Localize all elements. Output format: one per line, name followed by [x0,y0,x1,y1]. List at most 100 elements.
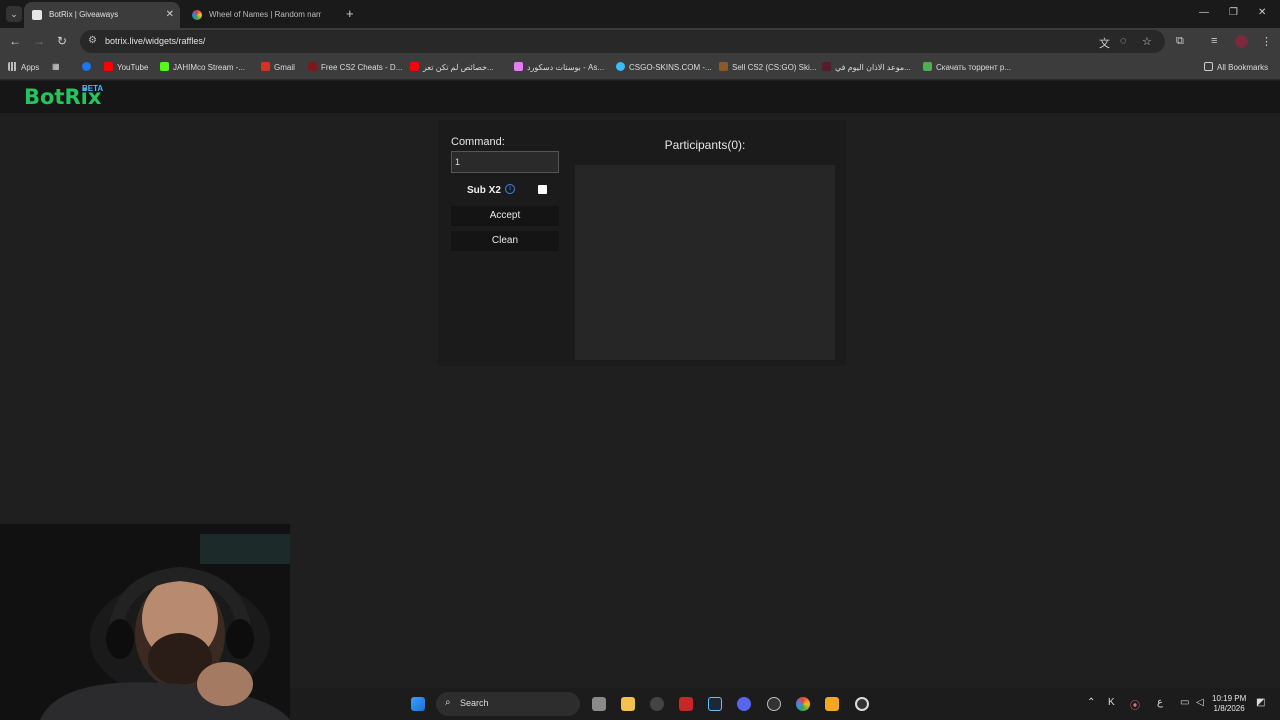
bookmark-label: JAHIMco Stream -... [173,63,246,72]
torrent-site-icon [923,62,932,71]
notifications-icon[interactable]: ◩ [1256,697,1265,708]
tab-title: BotRix | Giveaways [49,10,119,19]
clock-time: 10:19 PM [1212,694,1247,703]
tab-groups-icon[interactable]: ▦ [52,62,60,71]
sell-site-icon [719,62,728,71]
tray-overflow-icon[interactable]: ⌃ [1087,697,1095,708]
url-text[interactable]: botrix.live/widgets/raffles/ [105,36,205,46]
microphone-icon[interactable]: ⦿ [1130,697,1140,712]
volume-icon[interactable]: ◁ [1196,697,1204,708]
apps-grid-icon [8,62,17,71]
bookmark-label: Gmail [274,63,295,72]
participants-list[interactable] [575,165,835,360]
gem-icon [514,62,523,71]
beta-badge: BETA [82,84,104,93]
raffle-panel: Command: Sub X2 i Accept Clean Participa… [438,120,846,366]
all-bookmarks[interactable]: All Bookmarks [1204,62,1268,72]
cheats-site-icon [308,62,317,71]
tab-botrix[interactable]: BotRix | Giveaways ✕ [24,2,180,28]
tab-title: Wheel of Names | Random nam [209,10,321,19]
youtube-icon [104,62,113,71]
bookmark-label: CSGO-SKINS.COM -... [629,63,712,72]
bookmark-arabic-1[interactable]: خصائص لم تكن تعر... [410,62,494,72]
bookmark-csgo-skins[interactable]: CSGO-SKINS.COM -... [616,62,712,72]
bookmark-cs2-cheats[interactable]: Free CS2 Cheats - D... [308,62,402,72]
tab-wheel-of-names[interactable]: Wheel of Names | Random nam [184,2,342,28]
reload-icon[interactable]: ↻ [57,34,67,48]
bookmark-apps[interactable]: Apps [8,62,39,72]
menu-kebab-icon[interactable]: ⋮ [1261,35,1272,48]
profile-avatar[interactable] [1235,35,1248,48]
app-a-icon[interactable] [825,697,839,711]
bookmark-label: Free CS2 Cheats - D... [321,63,403,72]
webcam-overlay [0,524,290,720]
chrome-icon[interactable] [796,697,810,711]
bookmark-discord-posts[interactable]: بوستات دسكورد - As... [514,62,604,72]
site-settings-icon[interactable]: ⚙ [88,35,97,46]
webcam-person-image [0,524,290,720]
youtube-icon [410,62,419,71]
bookmark-youtube[interactable]: YouTube [104,62,148,72]
bookmark-facebook[interactable] [82,62,95,72]
info-icon[interactable]: i [505,184,515,194]
logitech-icon[interactable] [650,697,664,711]
bookmarks-bar: Apps ▦ YouTube JAHIMco Stream -... Gmail… [0,55,1280,80]
extensions-icon[interactable]: ⧉ [1176,35,1184,48]
command-input[interactable] [451,151,559,173]
restore-icon[interactable]: ❐ [1229,7,1238,18]
gmail-icon [261,62,270,71]
reading-list-icon[interactable]: ≡ [1211,35,1217,47]
bookmark-torrent[interactable]: Скачать торрент р... [923,62,1011,72]
tab-search-dropdown-icon[interactable]: ⌄ [6,6,22,22]
network-icon[interactable]: ▭ [1180,697,1189,708]
clock[interactable]: 10:19 PM 1/8/2026 [1212,694,1246,714]
bookmark-sell-cs2[interactable]: Sell CS2 (CS:GO) Ski... [719,62,816,72]
file-explorer-icon[interactable] [621,697,635,711]
eye-off-icon[interactable]: ◌ [1120,35,1127,47]
windows-start-icon[interactable] [411,697,425,711]
minimize-icon[interactable]: — [1199,7,1209,18]
app-header: BotRix BETA [0,81,1280,113]
tray-k-icon[interactable]: K [1108,697,1115,708]
csgo-skins-icon [616,62,625,71]
taskbar: ⌕ Search ⌃ K ⦿ ع ▭ ◁ 10:19 PM 1/8/2026 ◩ [290,688,1280,720]
app-icon[interactable] [767,697,781,711]
window-close-icon[interactable]: ✕ [1258,7,1266,18]
translate-icon[interactable]: 文 [1099,35,1110,51]
botrix-favicon-icon [32,10,42,20]
steelseries-icon[interactable] [855,697,869,711]
bookmark-star-icon[interactable]: ☆ [1142,35,1152,48]
all-bookmarks-label: All Bookmarks [1217,63,1269,72]
steam-icon[interactable] [708,697,722,711]
bookmark-prayer-times[interactable]: موعد الاذان اليوم في... [822,62,911,72]
participants-title: Participants(0): [664,138,746,152]
sub-x2-checkbox[interactable] [538,185,547,194]
accept-button[interactable]: Accept [451,206,559,226]
discord-icon[interactable] [737,697,751,711]
bookmark-jahimco[interactable]: JAHIMco Stream -... [160,62,245,72]
close-tab-icon[interactable]: ✕ [166,9,174,20]
prayer-site-icon [822,62,831,71]
bookmark-label: YouTube [117,63,149,72]
language-indicator[interactable]: ع [1157,697,1163,708]
taskbar-search[interactable]: ⌕ Search [436,692,580,716]
search-label: Search [460,698,489,708]
red-app-icon[interactable] [679,697,693,711]
forward-icon[interactable]: → [33,34,45,48]
command-label: Command: [451,136,505,148]
bookmark-label: خصائص لم تكن تعر... [423,63,494,72]
clock-date: 1/8/2026 [1213,704,1245,713]
bookmark-label: Скачать торрент р... [936,63,1012,72]
search-icon: ⌕ [445,697,451,708]
new-tab-icon[interactable]: + [346,6,354,21]
sub-x2-label: Sub X2 [467,185,501,196]
bookmark-gmail[interactable]: Gmail [261,62,295,72]
address-bar[interactable]: ⚙ botrix.live/widgets/raffles/ [80,30,1165,53]
back-icon[interactable]: ← [9,34,21,48]
wheel-favicon-icon [192,10,202,20]
clean-button[interactable]: Clean [451,231,559,251]
bookmark-label: Apps [21,63,40,72]
bookmark-label: موعد الاذان اليوم في... [835,63,911,72]
tab-strip: ⌄ BotRix | Giveaways ✕ Wheel of Names | … [0,0,1280,28]
task-view-icon[interactable] [592,697,606,711]
